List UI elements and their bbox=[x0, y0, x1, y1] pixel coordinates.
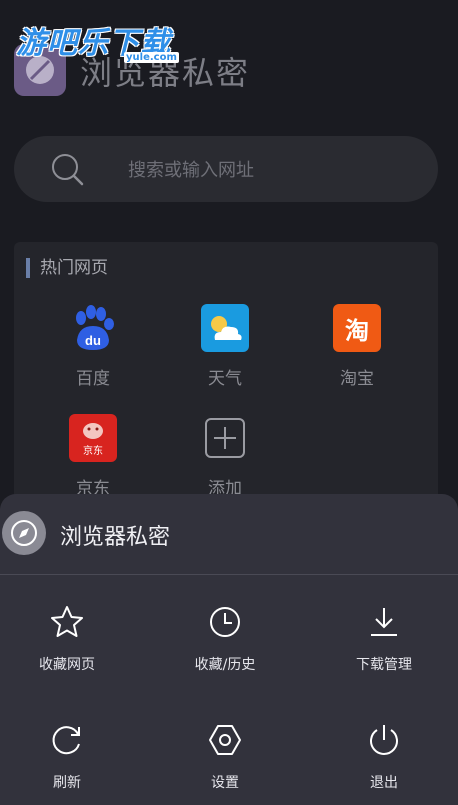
site-taobao[interactable]: 淘 淘宝 bbox=[312, 304, 402, 389]
site-baidu[interactable]: du 百度 bbox=[48, 304, 138, 389]
search-input[interactable] bbox=[126, 156, 420, 184]
menu-refresh[interactable]: 刷新 bbox=[0, 722, 142, 792]
site-add[interactable]: 添加 bbox=[180, 414, 270, 499]
settings-icon bbox=[207, 722, 243, 758]
menu-sheet: 浏览器私密 收藏网页 收藏/历史 下载管理 刷新 设置 退出 bbox=[0, 494, 458, 805]
hot-pages-panel: 热门网页 du 百度 天气 淘 淘宝 京东 京东 添加 bbox=[14, 242, 438, 522]
menu-label: 收藏网页 bbox=[39, 657, 95, 673]
site-label-baidu: 百度 bbox=[76, 369, 110, 389]
refresh-icon bbox=[49, 722, 85, 758]
star-icon bbox=[49, 604, 85, 640]
site-weather[interactable]: 天气 bbox=[180, 304, 270, 389]
menu-settings[interactable]: 设置 bbox=[150, 722, 300, 792]
weather-icon bbox=[201, 304, 249, 352]
menu-label: 退出 bbox=[370, 775, 398, 791]
menu-sheet-title: 浏览器私密 bbox=[60, 525, 171, 550]
power-icon bbox=[366, 722, 402, 758]
hot-pages-title: 热门网页 bbox=[26, 258, 108, 278]
add-icon bbox=[201, 414, 249, 462]
menu-exit[interactable]: 退出 bbox=[309, 722, 458, 792]
compass-icon bbox=[2, 511, 46, 555]
menu-download-manager[interactable]: 下载管理 bbox=[309, 604, 458, 674]
download-icon bbox=[366, 604, 402, 640]
menu-bookmark-page[interactable]: 收藏网页 bbox=[0, 604, 142, 674]
menu-label: 下载管理 bbox=[356, 657, 412, 673]
menu-label: 设置 bbox=[211, 775, 239, 791]
taobao-icon: 淘 bbox=[333, 304, 381, 352]
watermark-domain: yule.com bbox=[124, 52, 179, 63]
site-label-taobao: 淘宝 bbox=[340, 369, 374, 389]
menu-label: 刷新 bbox=[53, 775, 81, 791]
clock-icon bbox=[207, 604, 243, 640]
jd-icon: 京东 bbox=[69, 414, 117, 462]
svg-text:du: du bbox=[85, 333, 101, 348]
search-icon bbox=[50, 152, 84, 190]
menu-label: 收藏/历史 bbox=[194, 657, 256, 673]
search-bar[interactable] bbox=[14, 136, 438, 202]
menu-bookmarks-history[interactable]: 收藏/历史 bbox=[150, 604, 300, 674]
baidu-icon: du bbox=[69, 304, 117, 352]
menu-sheet-header: 浏览器私密 bbox=[0, 494, 458, 575]
site-jd[interactable]: 京东 京东 bbox=[48, 414, 138, 499]
site-label-weather: 天气 bbox=[208, 369, 242, 389]
